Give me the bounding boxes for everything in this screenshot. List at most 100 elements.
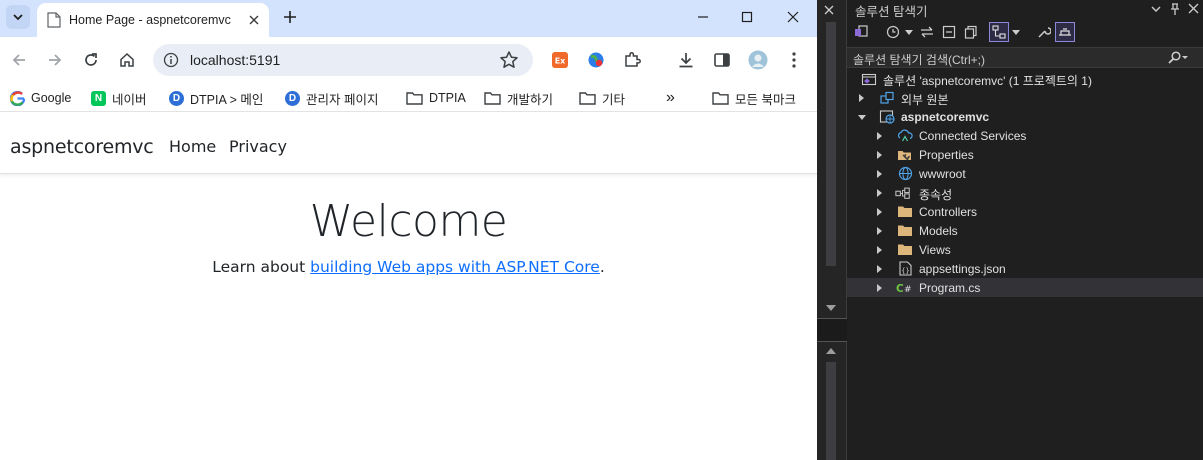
reload-button[interactable] bbox=[80, 49, 102, 71]
bookmark-folder-etc[interactable]: 기타 bbox=[579, 88, 625, 108]
tree-item-label: wwwroot bbox=[919, 167, 966, 181]
naver-icon: N bbox=[91, 90, 106, 106]
solution-search-field[interactable]: 솔루션 탐색기 검색(Ctrl+;) bbox=[847, 47, 1203, 68]
expand-arrow-icon[interactable] bbox=[859, 94, 864, 102]
address-bar[interactable]: localhost:5191 bbox=[153, 44, 533, 76]
extension-globe-button[interactable] bbox=[587, 51, 605, 69]
bookmarks-bar: Google N 네이버 D DTPIA > 메인 D 관리자 페이지 DTPI… bbox=[0, 83, 817, 112]
svg-text:Ex: Ex bbox=[555, 57, 566, 66]
switch-views-button[interactable] bbox=[851, 22, 871, 42]
expand-arrow-icon[interactable] bbox=[877, 189, 882, 197]
scope-button[interactable] bbox=[989, 22, 1009, 42]
pin-icon[interactable] bbox=[1169, 2, 1181, 16]
home-icon bbox=[120, 52, 134, 67]
tree-item-solution[interactable]: 솔루션 'aspnetcoremvc' (1 프로젝트의 1) bbox=[847, 69, 1203, 88]
site-navbar: aspnetcoremvc Home Privacy bbox=[0, 118, 817, 174]
close-tab-button[interactable] bbox=[245, 11, 263, 29]
nav-link-home[interactable]: Home bbox=[169, 137, 216, 156]
scrollbar-thumb[interactable] bbox=[826, 22, 836, 266]
bookmark-google[interactable]: Google bbox=[10, 88, 71, 108]
tree-item-models[interactable]: Models bbox=[847, 221, 1203, 240]
site-info-icon[interactable] bbox=[163, 52, 179, 68]
maximize-button[interactable] bbox=[735, 6, 759, 28]
minimize-button[interactable] bbox=[691, 6, 715, 28]
svg-text:#: # bbox=[904, 285, 912, 294]
tree-item-appsettings[interactable]: {} appsettings.json bbox=[847, 259, 1203, 278]
tree-item-label: aspnetcoremvc bbox=[901, 110, 990, 124]
extension-ex-button[interactable]: Ex bbox=[551, 51, 569, 69]
downloads-button[interactable] bbox=[677, 51, 695, 69]
star-icon[interactable] bbox=[499, 50, 519, 70]
tree-item-wwwroot[interactable]: wwwroot bbox=[847, 164, 1203, 183]
tree-item-views[interactable]: Views bbox=[847, 240, 1203, 259]
editor-scrollbar[interactable] bbox=[817, 0, 847, 460]
extension-globe-icon bbox=[588, 52, 604, 68]
bookmark-dtpia-main[interactable]: D DTPIA > 메인 bbox=[169, 88, 263, 108]
tree-item-controllers[interactable]: Controllers bbox=[847, 202, 1203, 221]
forward-button[interactable] bbox=[44, 49, 66, 71]
bookmark-naver[interactable]: N 네이버 bbox=[91, 88, 147, 108]
expand-arrow-icon[interactable] bbox=[877, 246, 882, 254]
browser-menu-button[interactable] bbox=[785, 51, 803, 69]
bookmark-folder-dev[interactable]: 개발하기 bbox=[484, 88, 553, 108]
collapse-arrow-icon[interactable] bbox=[858, 115, 866, 120]
show-all-files-button[interactable] bbox=[961, 22, 981, 42]
sync-button[interactable] bbox=[917, 22, 937, 42]
tree-item-properties[interactable]: Properties bbox=[847, 145, 1203, 164]
extensions-button[interactable] bbox=[623, 51, 641, 69]
close-icon[interactable] bbox=[823, 4, 835, 16]
close-icon[interactable] bbox=[1188, 3, 1199, 14]
dtpia-icon: D bbox=[285, 90, 300, 106]
expand-arrow-icon[interactable] bbox=[877, 170, 882, 178]
copy-icon bbox=[964, 25, 977, 39]
chevron-down-icon[interactable] bbox=[1012, 30, 1020, 36]
scroll-up-icon[interactable] bbox=[826, 348, 836, 354]
expand-arrow-icon[interactable] bbox=[877, 284, 882, 292]
bookmark-admin-page[interactable]: D 관리자 페이지 bbox=[285, 88, 378, 108]
nav-link-privacy[interactable]: Privacy bbox=[229, 137, 287, 156]
visual-studio-panel: 솔루션 탐색기 솔루션 탐색기 검색(Ctrl+;) 솔루션 'aspnetco… bbox=[817, 0, 1203, 460]
search-icon[interactable] bbox=[1167, 51, 1189, 65]
side-panel-button[interactable] bbox=[713, 51, 731, 69]
expand-arrow-icon[interactable] bbox=[877, 132, 882, 140]
preview-button[interactable] bbox=[1055, 22, 1075, 42]
close-icon bbox=[787, 11, 799, 23]
url-text[interactable]: localhost:5191 bbox=[190, 52, 280, 68]
home-button[interactable] bbox=[116, 49, 138, 71]
all-bookmarks-button[interactable]: 모든 북마크 bbox=[712, 88, 796, 108]
tree-item-label: Models bbox=[919, 224, 958, 238]
json-file-icon: {} bbox=[897, 261, 913, 276]
close-window-button[interactable] bbox=[781, 6, 805, 28]
collapse-all-button[interactable] bbox=[939, 22, 959, 42]
expand-arrow-icon[interactable] bbox=[877, 265, 882, 273]
scroll-down-icon[interactable] bbox=[826, 305, 836, 311]
splitter[interactable] bbox=[817, 318, 847, 342]
back-button[interactable] bbox=[8, 49, 30, 71]
expand-arrow-icon[interactable] bbox=[877, 208, 882, 216]
tree-item-connected-services[interactable]: Connected Services bbox=[847, 126, 1203, 145]
properties-icon bbox=[897, 147, 913, 162]
tab-search-button[interactable] bbox=[6, 5, 30, 29]
bookmark-label: DTPIA > 메인 bbox=[190, 92, 264, 107]
reload-icon bbox=[85, 53, 97, 66]
scrollbar-thumb[interactable] bbox=[826, 362, 836, 460]
expand-arrow-icon[interactable] bbox=[877, 151, 882, 159]
bookmark-folder-dtpia[interactable]: DTPIA bbox=[406, 88, 466, 108]
more-vertical-icon bbox=[792, 52, 796, 68]
expand-arrow-icon[interactable] bbox=[877, 227, 882, 235]
tree-item-external-sources[interactable]: 외부 원본 bbox=[847, 88, 1203, 107]
bookmarks-overflow-button[interactable]: » bbox=[666, 88, 675, 108]
tree-item-program-cs[interactable]: C # Program.cs bbox=[847, 278, 1203, 297]
profile-button[interactable] bbox=[748, 50, 768, 70]
browser-tab[interactable]: Home Page - aspnetcoremvc bbox=[37, 3, 269, 37]
tree-item-project[interactable]: aspnetcoremvc bbox=[847, 107, 1203, 126]
chevron-down-icon[interactable] bbox=[905, 30, 913, 36]
history-button[interactable] bbox=[883, 22, 903, 42]
site-brand[interactable]: aspnetcoremvc bbox=[10, 136, 154, 158]
side-panel-icon bbox=[714, 53, 730, 67]
new-tab-button[interactable] bbox=[280, 7, 300, 27]
tree-item-dependencies[interactable]: 종속성 bbox=[847, 183, 1203, 202]
properties-button[interactable] bbox=[1034, 22, 1054, 42]
chevron-down-icon[interactable] bbox=[1151, 4, 1161, 14]
docs-link[interactable]: building Web apps with ASP.NET Core bbox=[310, 258, 600, 276]
